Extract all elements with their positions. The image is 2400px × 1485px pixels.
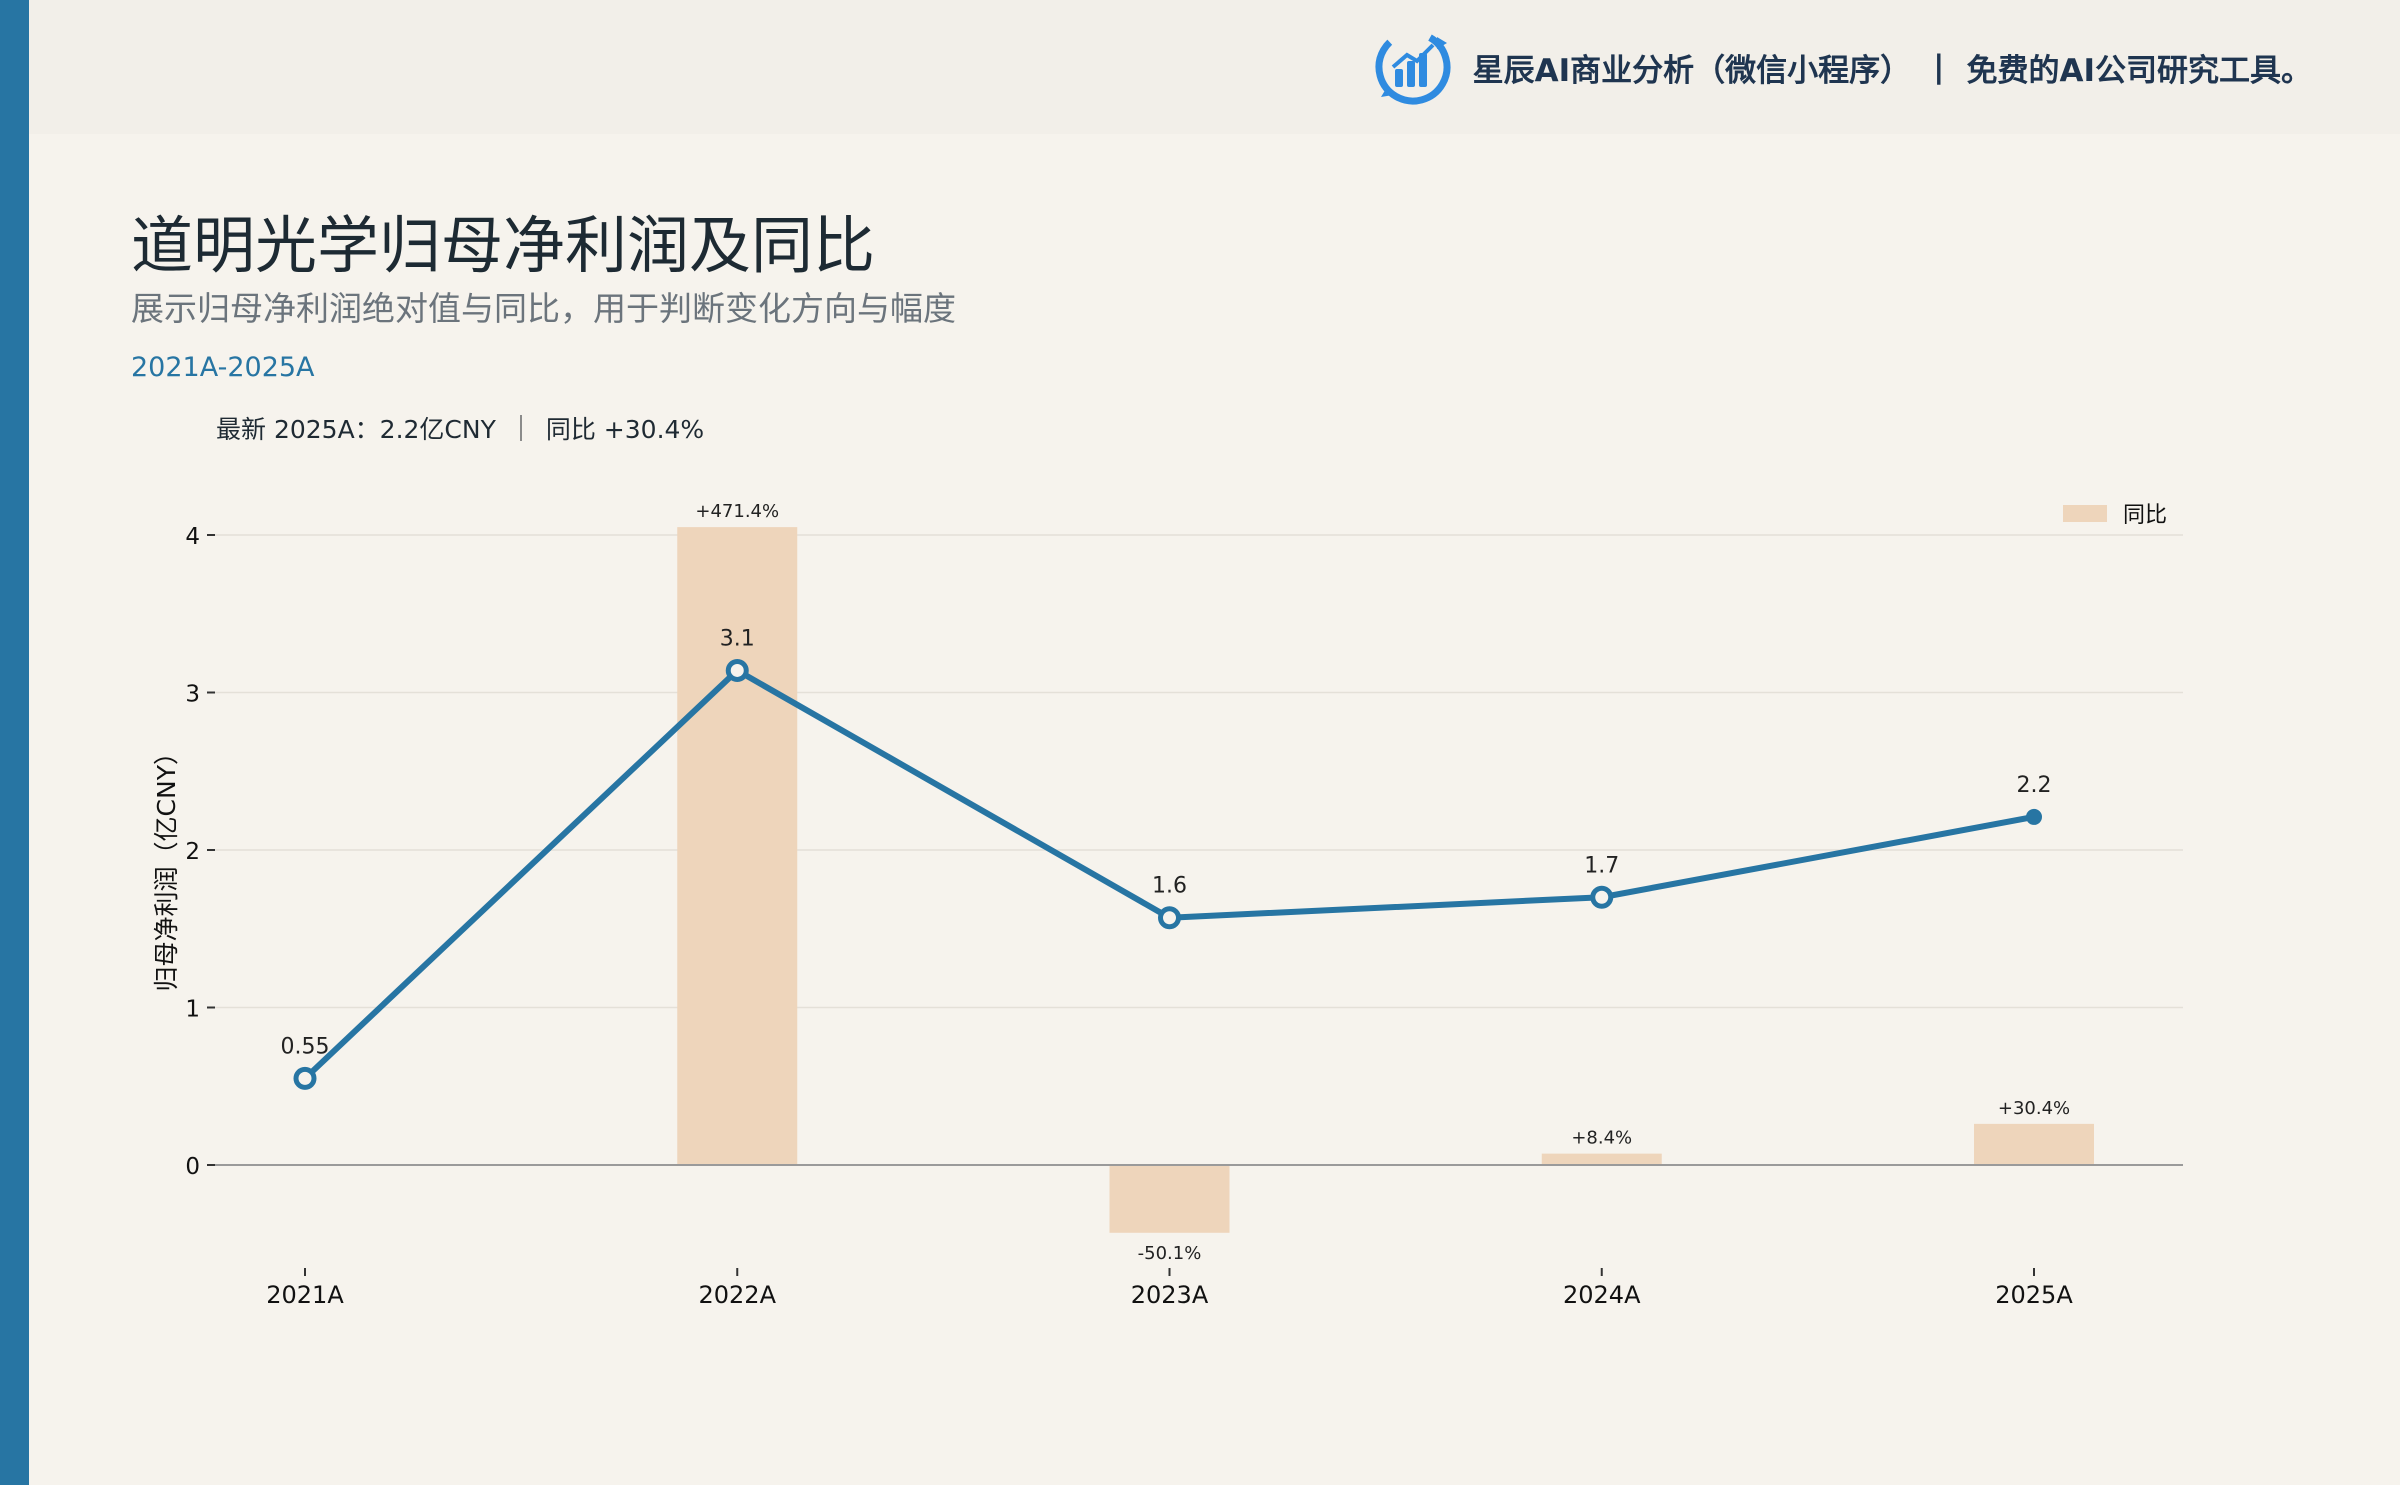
profit-value-label: 1.6 xyxy=(1152,874,1187,899)
y-axis-label: 归母净利润（亿CNY） xyxy=(152,740,181,991)
yoy-bar xyxy=(677,527,798,1165)
x-tick-label: 2021A xyxy=(266,1281,344,1309)
profit-value-label: 2.2 xyxy=(2017,773,2052,798)
yoy-bar-label: +8.4% xyxy=(1571,1128,1632,1149)
profit-point xyxy=(1158,906,1181,930)
profit-point xyxy=(293,1066,317,1090)
x-tick-label: 2025A xyxy=(1995,1281,2073,1309)
profit-point xyxy=(2026,808,2042,825)
yoy-bar xyxy=(1974,1123,2094,1165)
legend-label: 同比 xyxy=(2123,503,2167,528)
x-tick-label: 2023A xyxy=(1131,1281,1209,1309)
y-tick-label: 0 xyxy=(185,1154,200,1180)
profit-value-label: 0.55 xyxy=(281,1034,330,1059)
profit-value-label: 3.1 xyxy=(720,626,755,651)
y-tick-label: 2 xyxy=(185,839,200,865)
yoy-bar-label: +30.4% xyxy=(1998,1098,2070,1119)
y-tick-label: 1 xyxy=(185,997,200,1023)
profit-value-label: 1.7 xyxy=(1584,853,1619,878)
profit-point xyxy=(1590,885,1614,909)
y-tick-label: 3 xyxy=(185,682,200,708)
yoy-bar-label: +471.4% xyxy=(695,501,779,522)
profit-point xyxy=(725,658,749,682)
yoy-bar xyxy=(1109,1165,1230,1233)
y-tick-label: 4 xyxy=(185,524,200,550)
x-tick-label: 2022A xyxy=(699,1281,777,1309)
yoy-bar xyxy=(1541,1153,1662,1165)
yoy-bar-label: -50.1% xyxy=(1138,1243,1202,1264)
legend-swatch xyxy=(2063,505,2107,522)
profit-chart: 0 1 2 3 4 归母净利润（亿CNY） +471.4% -50.1% +8.4% +30.4%… xyxy=(152,501,2183,1309)
x-tick-label: 2024A xyxy=(1563,1281,1641,1309)
